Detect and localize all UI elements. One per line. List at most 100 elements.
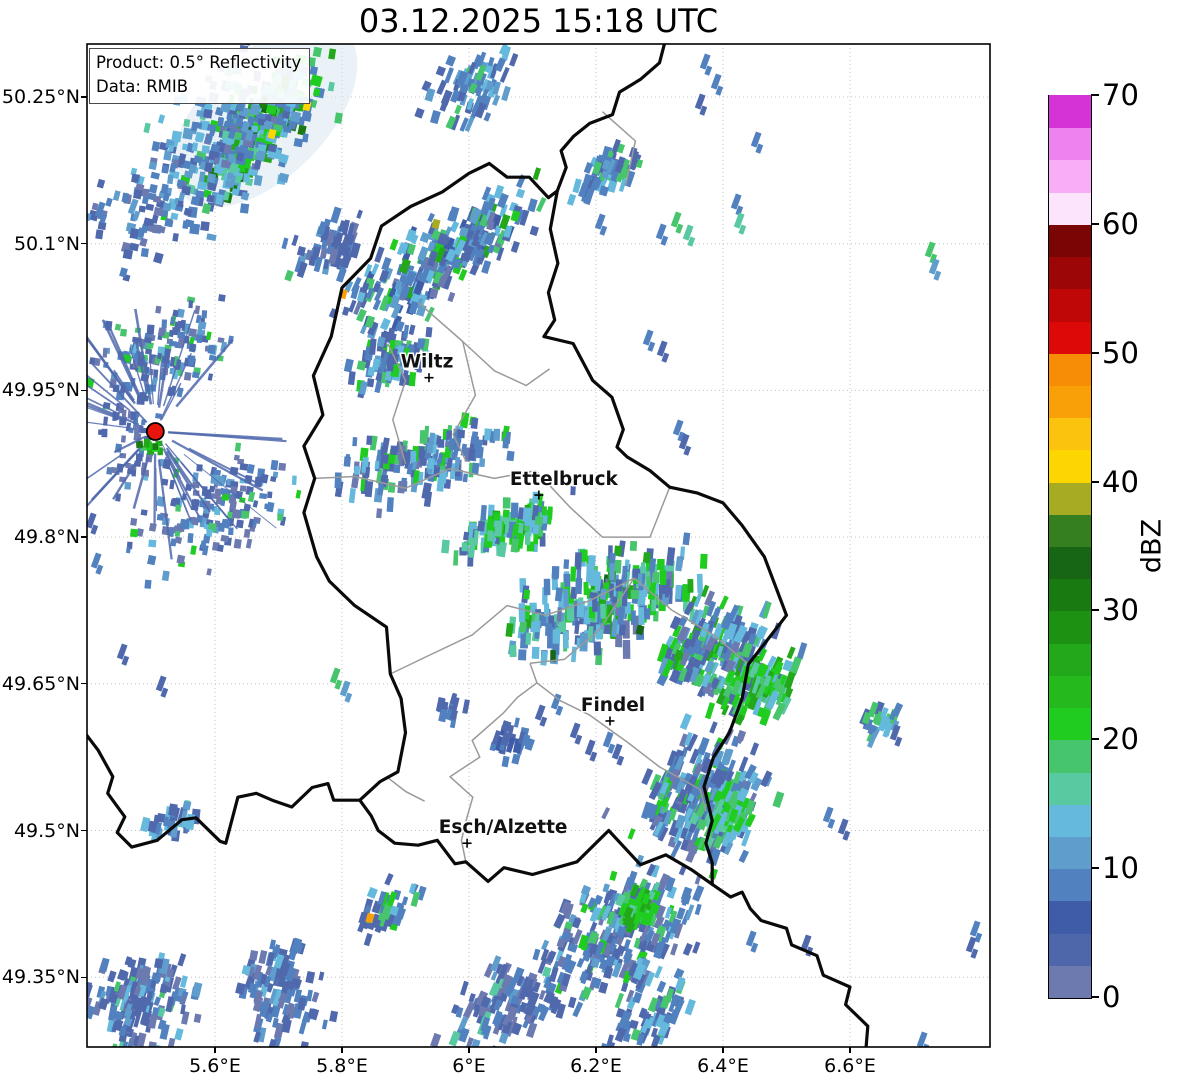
y-tick-label: 50.1°N <box>13 232 80 255</box>
colorbar-segment <box>1049 224 1091 258</box>
radar-site-dot <box>145 422 165 441</box>
colorbar-segment <box>1049 578 1091 612</box>
y-tick-mark <box>81 829 87 832</box>
radar-figure: 03.12.2025 15:18 UTC Wiltz Ettelbruck Find… <box>0 0 1184 1081</box>
city-marker-icon <box>424 373 434 383</box>
colorbar-segment <box>1049 320 1091 354</box>
colorbar-tick-mark <box>1091 351 1099 354</box>
x-tick-label: 6.6°E <box>824 1055 876 1077</box>
colorbar-tick-mark <box>1091 867 1099 870</box>
colorbar-tick-mark <box>1091 480 1099 483</box>
colorbar-segment <box>1049 546 1091 580</box>
x-tick-label: 5.6°E <box>189 1055 241 1077</box>
country-border-path <box>710 882 870 1047</box>
colorbar-segment <box>1049 803 1091 837</box>
y-tick-mark <box>81 976 87 978</box>
colorbar-segment <box>1049 481 1091 515</box>
regional-border-path <box>417 301 551 387</box>
data-source-line: Data: RMIB <box>96 77 189 96</box>
colorbar-segment <box>1049 352 1091 386</box>
colorbar-segment <box>1049 642 1091 676</box>
colorbar-segment <box>1049 836 1091 870</box>
colorbar-segment <box>1049 965 1091 998</box>
x-tick-label: 6.4°E <box>697 1055 749 1077</box>
colorbar-segment <box>1049 256 1091 290</box>
colorbar-segment <box>1049 514 1091 547</box>
colorbar-tick-mark <box>1091 222 1099 225</box>
x-tick-label: 6.2°E <box>570 1055 622 1077</box>
x-tick-mark <box>468 1047 470 1053</box>
x-tick-mark <box>722 1047 724 1053</box>
city-label: Ettelbruck <box>510 469 619 490</box>
y-tick-label: 49.5°N <box>13 819 80 842</box>
x-tick-mark <box>595 1047 597 1053</box>
echo-speck <box>431 218 441 230</box>
y-tick-label: 49.95°N <box>1 379 80 402</box>
colorbar-segment <box>1049 868 1091 902</box>
map-plot: Wiltz Ettelbruck Findel Esch/Alzette <box>86 43 991 1048</box>
x-tick-mark <box>341 1047 343 1053</box>
colorbar-tick-mark <box>1091 94 1099 96</box>
colorbar-segment <box>1049 771 1091 805</box>
x-tick-mark <box>849 1047 851 1053</box>
echo-cluster <box>601 721 785 885</box>
map-content: Wiltz Ettelbruck Findel Esch/Alzette <box>87 44 990 1047</box>
colorbar-tick-label: 0 <box>1102 980 1121 1014</box>
echo-cluster <box>140 800 201 842</box>
echo-cluster <box>414 44 519 133</box>
y-tick-label: 50.25°N <box>1 86 80 108</box>
city-marker-icon <box>605 716 615 726</box>
y-tick-label: 49.35°N <box>1 966 80 989</box>
echo-cluster <box>281 206 363 283</box>
echo-cluster <box>489 717 535 768</box>
echo-cluster <box>235 937 339 1047</box>
colorbar-segment <box>1049 932 1091 966</box>
city-label: Findel <box>581 695 645 716</box>
colorbar-tick-mark <box>1091 609 1099 612</box>
y-tick-mark <box>81 536 87 538</box>
colorbar <box>1048 95 1092 999</box>
colorbar-segment <box>1049 288 1091 322</box>
echo-cluster <box>441 486 576 567</box>
colorbar-tick-label: 40 <box>1102 464 1139 499</box>
y-tick-label: 49.65°N <box>1 672 80 695</box>
colorbar-tick-label: 10 <box>1102 851 1139 886</box>
colorbar-segment <box>1049 707 1091 741</box>
colorbar-segment <box>1049 417 1091 451</box>
city-marker-icon <box>462 838 472 848</box>
figure-title: 03.12.2025 15:18 UTC <box>358 2 719 40</box>
colorbar-axis-label: dBZ <box>1136 518 1168 574</box>
colorbar-segment <box>1049 95 1091 129</box>
y-tick-mark <box>81 389 87 392</box>
x-tick-mark <box>214 1047 216 1053</box>
colorbar-segment <box>1049 191 1091 225</box>
y-tick-label: 49.8°N <box>13 526 80 549</box>
colorbar-segment <box>1049 675 1091 709</box>
product-info-box: Product: 0.5° Reflectivity Data: RMIB <box>89 48 311 104</box>
y-tick-mark <box>81 96 87 98</box>
city-label: Wiltz <box>401 352 454 373</box>
x-tick-label: 6°E <box>452 1055 486 1077</box>
y-tick-mark <box>81 683 87 685</box>
colorbar-segment <box>1049 449 1091 483</box>
regional-border-path <box>386 776 425 802</box>
colorbar-segment <box>1049 159 1091 193</box>
country-border-path <box>87 732 362 849</box>
x-tick-label: 5.8°E <box>316 1055 368 1077</box>
colorbar-tick-mark <box>1091 738 1099 741</box>
colorbar-segment <box>1049 739 1091 773</box>
colorbar-segment <box>1049 127 1091 161</box>
colorbar-segment <box>1049 900 1091 934</box>
colorbar-segment <box>1049 610 1091 644</box>
echo-cluster <box>435 692 470 729</box>
colorbar-tick-label: 60 <box>1102 206 1139 241</box>
colorbar-tick-mark <box>1091 996 1099 998</box>
colorbar-tick-label: 50 <box>1102 335 1139 370</box>
echo-cluster <box>124 442 302 589</box>
colorbar-tick-label: 30 <box>1102 593 1139 628</box>
echo-cluster <box>357 873 427 947</box>
product-line: Product: 0.5° Reflectivity <box>96 53 302 72</box>
colorbar-segment <box>1049 385 1091 419</box>
colorbar-tick-label: 20 <box>1102 722 1139 757</box>
y-tick-mark <box>81 243 87 245</box>
